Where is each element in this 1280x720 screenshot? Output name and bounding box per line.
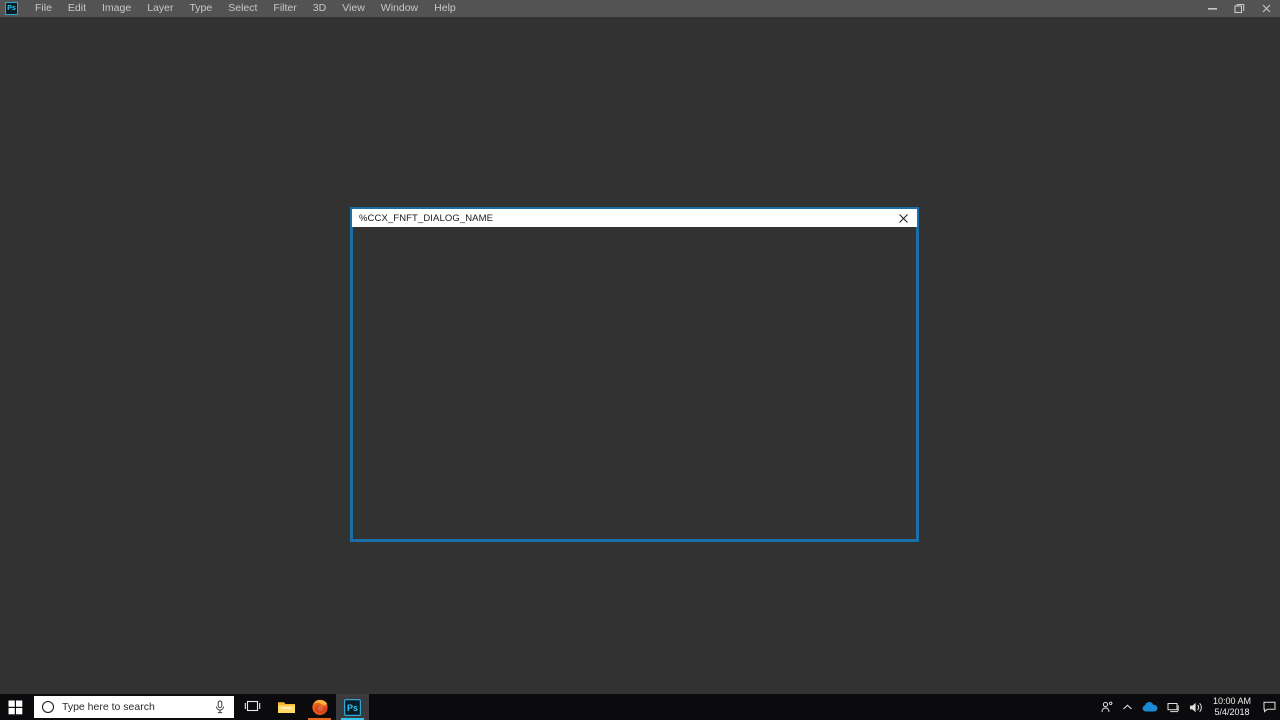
photoshop-application-window: Ps File Edit Image Layer Type Select Fil… (0, 0, 1280, 694)
menu-item-select[interactable]: Select (220, 0, 265, 17)
microphone-icon[interactable] (214, 700, 226, 714)
people-icon[interactable] (1096, 694, 1118, 720)
restore-icon (1234, 3, 1245, 14)
svg-text:Ps: Ps (347, 703, 358, 713)
start-button[interactable] (0, 694, 30, 720)
search-placeholder-text: Type here to search (62, 701, 155, 713)
cloud-glyph (1142, 702, 1158, 712)
action-center-button[interactable] (1258, 694, 1280, 720)
folder-icon (278, 702, 295, 713)
dialog-close-button[interactable] (889, 209, 917, 228)
menu-item-window[interactable]: Window (373, 0, 426, 17)
windows-taskbar: Type here to search Ps 10:00 AM 5/4/2018 (0, 694, 1280, 720)
taskbar-clock[interactable]: 10:00 AM 5/4/2018 (1208, 694, 1258, 720)
system-tray: 10:00 AM 5/4/2018 (1096, 694, 1280, 720)
menu-item-help[interactable]: Help (426, 0, 464, 17)
menu-item-3d[interactable]: 3D (305, 0, 334, 17)
restore-button[interactable] (1226, 0, 1253, 17)
menu-item-filter[interactable]: Filter (265, 0, 304, 17)
minimize-button[interactable] (1199, 0, 1226, 17)
network-glyph (1167, 702, 1179, 712)
cortana-circle-icon (42, 701, 54, 713)
volume-icon[interactable] (1185, 694, 1208, 720)
dialog-title: %CCX_FNFT_DIALOG_NAME (359, 212, 494, 224)
speaker-glyph (1189, 702, 1202, 712)
photoshop-icon: Ps (344, 698, 361, 716)
dialog-content-pane (353, 227, 916, 539)
people-glyph (1101, 701, 1113, 713)
menu-item-view[interactable]: View (334, 0, 373, 17)
windows-logo-icon (8, 700, 22, 714)
menu-item-edit[interactable]: Edit (60, 0, 94, 17)
task-view-icon (244, 700, 260, 712)
search-input[interactable]: Type here to search (34, 696, 234, 718)
taskbar-app-photoshop[interactable]: Ps (336, 694, 369, 720)
chevron-up-icon (1123, 703, 1133, 709)
minimize-icon (1208, 8, 1217, 10)
close-icon (1262, 4, 1271, 13)
clock-date: 5/4/2018 (1214, 707, 1250, 717)
microphone-glyph (216, 700, 224, 714)
menu-item-type[interactable]: Type (181, 0, 220, 17)
dialog-titlebar: %CCX_FNFT_DIALOG_NAME (351, 208, 918, 227)
taskbar-app-firefox[interactable] (303, 694, 336, 720)
menu-item-layer[interactable]: Layer (139, 0, 181, 17)
action-center-icon (1263, 701, 1275, 713)
close-icon (898, 214, 908, 223)
menu-bar: Ps File Edit Image Layer Type Select Fil… (0, 0, 1280, 17)
network-icon[interactable] (1163, 694, 1185, 720)
menu-item-image[interactable]: Image (94, 0, 139, 17)
clock-time: 10:00 AM (1212, 696, 1251, 706)
show-hidden-icons-chevron[interactable] (1118, 694, 1138, 720)
onedrive-cloud-icon[interactable] (1138, 694, 1163, 720)
window-controls (1199, 0, 1280, 17)
task-view-button[interactable] (234, 694, 270, 720)
ccx-fnft-dialog: %CCX_FNFT_DIALOG_NAME (351, 208, 918, 541)
firefox-icon (311, 699, 328, 715)
menu-item-file[interactable]: File (27, 0, 60, 17)
dialog-body (351, 227, 918, 541)
taskbar-app-file-explorer[interactable] (270, 694, 303, 720)
photoshop-app-icon[interactable]: Ps (5, 2, 18, 15)
close-button[interactable] (1253, 0, 1280, 17)
